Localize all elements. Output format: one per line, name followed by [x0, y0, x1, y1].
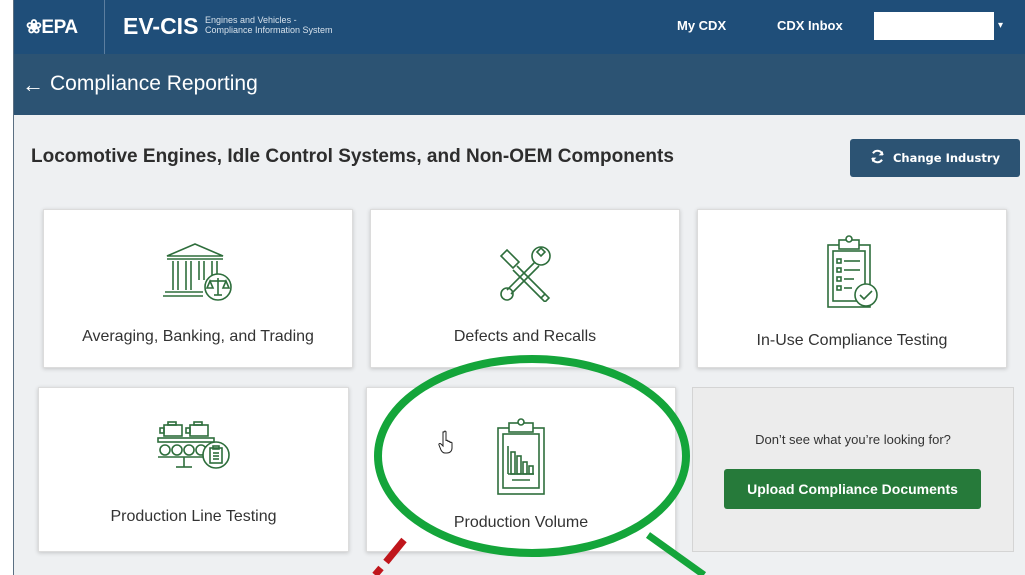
app-subtitle: Engines and Vehicles - Compliance Inform…	[205, 15, 333, 35]
card-label: Averaging, Banking, and Trading	[82, 328, 314, 345]
bank-scales-icon	[157, 240, 239, 307]
tools-icon	[493, 242, 557, 307]
card-in-use-compliance-testing[interactable]: In-Use Compliance Testing	[697, 209, 1007, 368]
help-text: Don’t see what you’re looking for?	[755, 432, 951, 447]
change-industry-button[interactable]: Change Industry	[850, 139, 1020, 177]
card-production-line-testing[interactable]: Production Line Testing	[38, 387, 349, 552]
app-name[interactable]: EV-CIS	[123, 13, 198, 40]
card-defects-recalls[interactable]: Defects and Recalls	[370, 209, 680, 368]
epa-logo[interactable]: ❀EPA	[26, 16, 78, 39]
app-window: ❀EPA EV-CIS Engines and Vehicles - Compl…	[13, 0, 1025, 575]
user-menu[interactable]	[874, 12, 994, 40]
clipboard-chart-icon	[490, 418, 552, 505]
upload-compliance-documents-button[interactable]: Upload Compliance Documents	[724, 469, 981, 509]
card-label: Production Line Testing	[110, 508, 277, 525]
sub-header: ← Compliance Reporting	[14, 54, 1025, 115]
help-panel: Don’t see what you’re looking for? Uploa…	[692, 387, 1014, 552]
hand-cursor-icon	[438, 430, 456, 459]
card-averaging-banking-trading[interactable]: Averaging, Banking, and Trading	[43, 209, 353, 368]
card-label: Defects and Recalls	[453, 328, 597, 345]
card-label: Production Volume	[453, 514, 589, 531]
conveyor-icon	[156, 421, 232, 480]
change-industry-label: Change Industry	[892, 151, 1000, 165]
brand-divider	[104, 0, 105, 54]
back-arrow-icon[interactable]: ←	[22, 72, 44, 98]
top-header: ❀EPA EV-CIS Engines and Vehicles - Compl…	[14, 0, 1025, 54]
page-title: Compliance Reporting	[50, 72, 258, 95]
nav-my-cdx[interactable]: My CDX	[677, 18, 726, 33]
refresh-icon	[870, 149, 885, 167]
nav-cdx-inbox[interactable]: CDX Inbox	[777, 18, 843, 33]
card-label: In-Use Compliance Testing	[756, 332, 948, 349]
chevron-down-icon[interactable]: ▾	[998, 20, 1003, 31]
industry-title: Locomotive Engines, Idle Control Systems…	[31, 146, 674, 167]
clipboard-check-icon	[822, 235, 882, 320]
card-production-volume[interactable]: Production Volume	[366, 387, 676, 552]
